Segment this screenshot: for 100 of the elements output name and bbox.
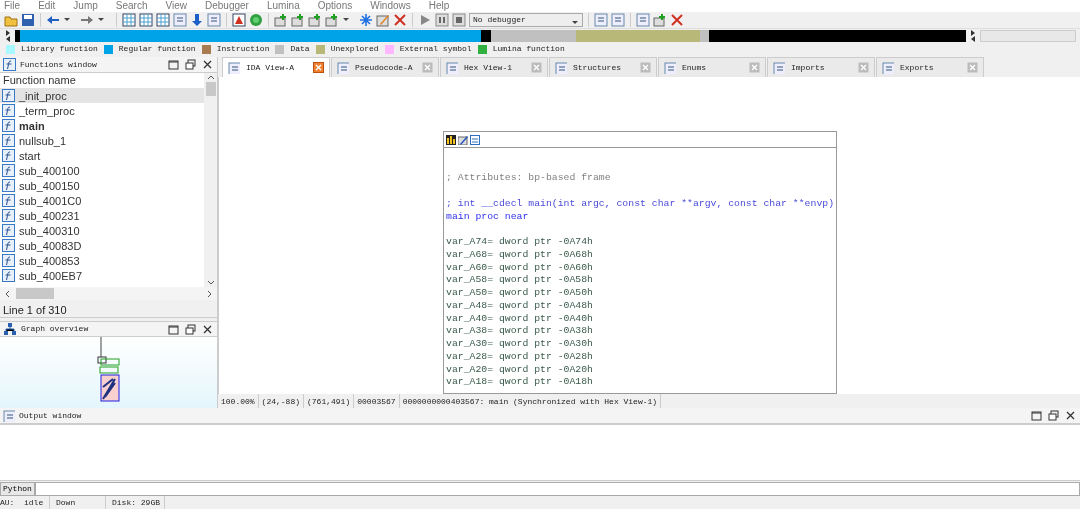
grid-icon[interactable] xyxy=(139,13,153,28)
function-name: sub_40083D xyxy=(19,238,82,254)
function-icon xyxy=(2,239,15,253)
language-button[interactable]: Python xyxy=(0,481,35,496)
function-row[interactable]: _term_proc xyxy=(0,103,204,119)
code-line: var_A68= qword ptr -0A68h xyxy=(446,248,594,262)
code-line: var_A28= qword ptr -0A28h xyxy=(446,350,594,364)
menu-item[interactable]: Edit xyxy=(38,0,56,12)
menu-item[interactable]: Help xyxy=(428,0,450,12)
document-icon[interactable] xyxy=(636,13,650,28)
save-icon[interactable] xyxy=(21,13,35,28)
function-icon xyxy=(2,104,15,118)
panel-title: Functions window xyxy=(20,58,98,71)
tab[interactable]: Imports xyxy=(767,57,875,78)
maximize-icon[interactable] xyxy=(167,58,180,72)
maximize-icon[interactable] xyxy=(1030,409,1043,423)
document-icon[interactable] xyxy=(207,13,221,28)
add-icon[interactable] xyxy=(308,13,322,28)
function-row[interactable]: sub_40083D xyxy=(0,238,204,254)
code-line: ; int __cdecl main(int argc, const char **argv, const char **envp) xyxy=(446,197,836,211)
command-input[interactable] xyxy=(34,481,1080,496)
tab[interactable]: Enums xyxy=(658,57,766,78)
column-header[interactable]: Function name xyxy=(0,73,204,89)
scroll-arrows-icon[interactable] xyxy=(969,29,977,44)
graph-drawing[interactable] xyxy=(95,337,122,404)
code-line: var_A38= qword ptr -0A38h xyxy=(446,325,594,339)
grid-icon[interactable] xyxy=(156,13,170,28)
legend-label: Instruction xyxy=(216,43,270,56)
function-row[interactable]: sub_400853 xyxy=(0,253,204,269)
legend-label: Lumina function xyxy=(492,43,565,56)
function-row[interactable]: sub_400100 xyxy=(0,163,204,179)
document-icon[interactable] xyxy=(594,13,608,28)
add-icon[interactable] xyxy=(653,13,667,28)
function-row[interactable]: sub_400310 xyxy=(0,223,204,239)
tab[interactable]: Hex View-1 xyxy=(440,57,548,78)
menu-item[interactable]: File xyxy=(4,0,21,12)
add-icon[interactable] xyxy=(291,13,305,28)
code-line: var_A58= qword ptr -0A58h xyxy=(446,274,594,288)
document-icon[interactable] xyxy=(611,13,625,28)
document-icon[interactable] xyxy=(173,13,187,28)
down-arrow-icon[interactable] xyxy=(190,13,204,28)
function-row[interactable]: sub_400EB7 xyxy=(0,268,204,284)
scroll-thumb[interactable] xyxy=(205,82,216,97)
function-row[interactable]: sub_400150 xyxy=(0,178,204,194)
warning-icon[interactable] xyxy=(232,13,246,28)
tab[interactable]: Exports xyxy=(876,57,984,78)
menu-item[interactable]: Search xyxy=(115,0,148,12)
function-icon xyxy=(2,254,15,268)
function-row[interactable]: sub_400231 xyxy=(0,208,204,224)
function-icon xyxy=(2,209,15,223)
scroll-arrows-icon[interactable] xyxy=(4,29,12,44)
scroll-right-icon[interactable] xyxy=(205,288,214,299)
code-line: var_A30= qword ptr -0A30h xyxy=(446,338,594,351)
window-icon xyxy=(446,61,458,74)
tab[interactable]: Pseudocode-A xyxy=(331,57,439,78)
window-icon xyxy=(228,61,240,74)
tab[interactable]: Structures xyxy=(549,57,657,78)
asterisk-icon[interactable] xyxy=(359,13,373,28)
menu-item[interactable]: Lumina xyxy=(266,0,300,12)
graph-node[interactable] xyxy=(443,131,837,395)
menu-item[interactable]: Debugger xyxy=(205,0,249,12)
debugger-dropdown[interactable]: No debugger xyxy=(469,13,583,28)
restore-icon[interactable] xyxy=(1047,409,1060,423)
function-icon xyxy=(2,134,15,148)
stop-icon[interactable] xyxy=(452,13,466,28)
line-counter: Line 1 of 310 xyxy=(0,300,217,319)
legend-label: Unexplored xyxy=(330,43,379,56)
maximize-icon[interactable] xyxy=(167,322,180,336)
function-icon xyxy=(2,179,15,193)
grid-icon[interactable] xyxy=(122,13,136,28)
menu-item[interactable]: Windows xyxy=(370,0,411,12)
scroll-left-icon[interactable] xyxy=(3,288,12,299)
circle-icon[interactable] xyxy=(249,13,263,28)
function-icon xyxy=(2,89,15,103)
pencil-icon[interactable] xyxy=(458,134,468,145)
window-icon xyxy=(882,61,894,74)
function-row[interactable]: _init_proc xyxy=(0,88,204,104)
function-row[interactable]: sub_4001C0 xyxy=(0,193,204,209)
function-row[interactable]: main xyxy=(0,118,204,134)
restore-icon[interactable] xyxy=(184,58,197,72)
function-icon xyxy=(2,224,15,238)
code-line: var_A48= qword ptr -0A48h xyxy=(446,299,594,313)
code-line: var_A74= dword ptr -0A74h xyxy=(446,236,594,249)
restore-icon[interactable] xyxy=(184,322,197,336)
status-field: Down xyxy=(56,496,106,509)
code-line: var_A50= qword ptr -0A50h xyxy=(446,287,594,300)
tab[interactable]: IDA View-A xyxy=(222,57,330,78)
status-field: Disk: 29GB xyxy=(112,496,165,509)
navigation-band[interactable] xyxy=(15,30,966,43)
function-row[interactable]: start xyxy=(0,148,204,164)
menu-item[interactable]: View xyxy=(165,0,187,12)
menu-item[interactable]: Options xyxy=(317,0,353,12)
menu-item[interactable]: Jump xyxy=(73,0,98,12)
play-icon[interactable] xyxy=(418,13,432,28)
function-name: sub_400EB7 xyxy=(19,268,82,284)
scroll-thumb[interactable] xyxy=(16,288,54,300)
function-row[interactable]: nullsub_1 xyxy=(0,133,204,149)
function-name: start xyxy=(19,148,41,164)
pause-icon[interactable] xyxy=(435,13,449,28)
add-icon[interactable] xyxy=(274,13,288,28)
